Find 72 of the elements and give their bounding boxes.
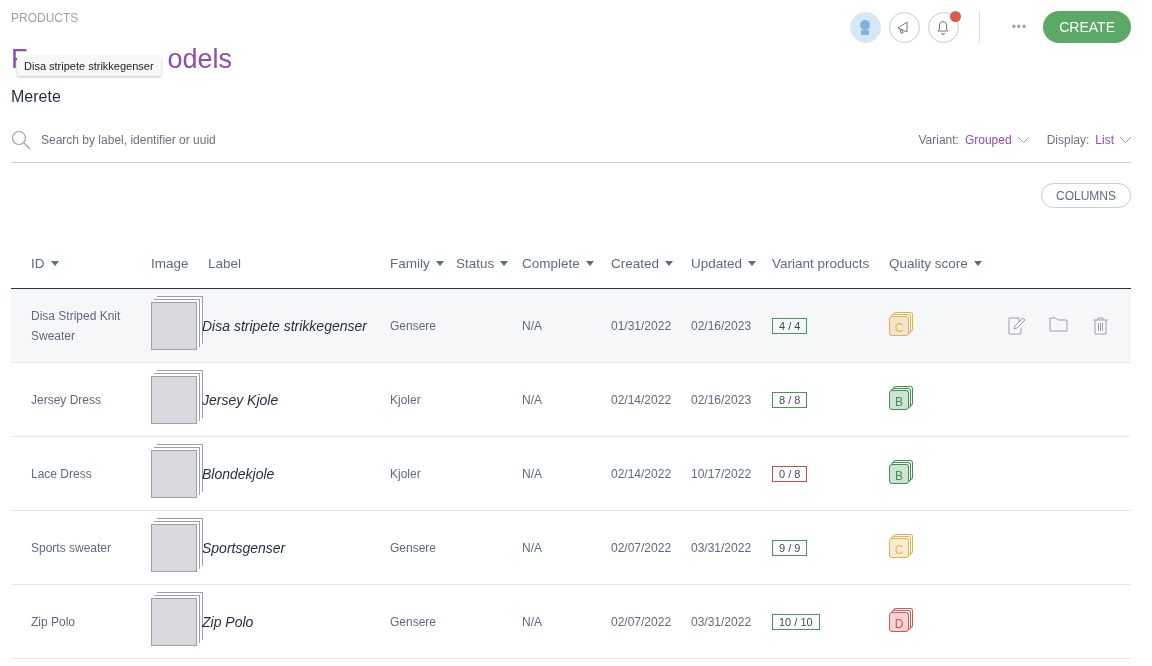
table-cell-text: 02/14/2022 [611, 465, 673, 483]
product-label[interactable]: Zip Polo [202, 613, 390, 630]
unread-dot [949, 10, 961, 22]
table-cell-text: Gensere [390, 539, 438, 557]
table-cell-text: Disa Striped Knit Sweater [31, 307, 122, 345]
column-header[interactable]: Quality score [889, 255, 1001, 271]
table-cell-text: Gensere [390, 317, 438, 335]
bell-icon [936, 19, 951, 35]
table-cell-text: 02/16/2023 [691, 317, 753, 335]
page-title: odels [167, 44, 233, 75]
table-cell-text: Kjoler [390, 465, 422, 483]
column-header[interactable]: Image [151, 255, 208, 271]
search-icon [11, 130, 31, 150]
chevron-icon [1017, 137, 1029, 143]
user-name: Merete [11, 88, 62, 106]
trash-icon [1092, 316, 1109, 335]
table-cell-text: Kjoler [390, 391, 422, 409]
table-cell-text: 01/31/2022 [611, 317, 673, 335]
product-label[interactable]: Sportsgenser [202, 539, 390, 556]
table-cell-text: Lace Dress [31, 465, 93, 483]
folder-button[interactable] [1049, 316, 1068, 335]
table-cell-text: N/A [522, 391, 543, 409]
filter-dropdown[interactable]: Display: List [1028, 133, 1131, 147]
variant-count: 10 / 10 [772, 613, 820, 630]
edit-icon [1008, 316, 1025, 335]
folder-icon [1049, 316, 1068, 332]
table-cell-text: N/A [522, 539, 543, 557]
table-cell-text: N/A [522, 465, 543, 483]
columns-button[interactable]: COLUMNS [1041, 183, 1131, 208]
announcement-button[interactable] [888, 11, 920, 43]
variant-count: 9 / 9 [772, 539, 808, 556]
table-cell-text: Zip Polo [31, 613, 77, 631]
table-cell-text: 02/07/2022 [611, 539, 673, 557]
caret-icon [50, 260, 59, 266]
table-cell-text: 10/17/2022 [691, 465, 753, 483]
variant-count: 0 / 8 [772, 465, 808, 482]
column-header[interactable]: Label [208, 255, 390, 271]
column-header[interactable]: Updated [691, 255, 772, 271]
column-header[interactable]: Created [611, 255, 691, 271]
filter-dropdown[interactable]: Variant: Grouped [900, 133, 1029, 147]
table-cell-text: 03/31/2022 [691, 539, 753, 557]
caret-icon [748, 260, 757, 266]
table-cell-text: 03/31/2022 [691, 613, 753, 631]
avatar-button[interactable] [849, 11, 881, 43]
variant-count: 4 / 4 [772, 317, 808, 334]
product-label[interactable]: Jersey Kjole [202, 391, 390, 408]
caret-icon [585, 260, 594, 266]
table-cell-text: 02/16/2023 [691, 391, 753, 409]
column-header[interactable]: ID [31, 255, 151, 271]
caret-icon [435, 260, 444, 266]
caret-icon [500, 260, 509, 266]
table-cell-text: N/A [522, 317, 543, 335]
edit-button[interactable] [1008, 316, 1025, 335]
table-cell-text: Gensere [390, 613, 438, 631]
column-header[interactable]: Family [390, 255, 456, 271]
column-header[interactable]: Complete [522, 255, 611, 271]
table-cell-text: Sports sweater [31, 539, 113, 557]
delete-button[interactable] [1092, 316, 1109, 335]
column-header[interactable]: Status [456, 255, 522, 271]
variant-count: 8 / 8 [772, 391, 808, 408]
notifications-button[interactable] [927, 11, 959, 43]
caret-icon [973, 260, 982, 266]
product-label[interactable]: Disa stripete strikkegenser [202, 317, 390, 334]
product-label[interactable]: Blondekjole [202, 465, 390, 482]
chevron-icon [1120, 137, 1131, 143]
table-cell-text: 02/14/2022 [611, 391, 673, 409]
caret-icon [665, 260, 674, 266]
table-cell-text: 02/07/2022 [611, 613, 673, 631]
table-cell-text: Jersey Dress [31, 391, 102, 409]
table-cell-text: N/A [522, 613, 543, 631]
column-header[interactable]: Variant products [772, 255, 889, 271]
table-row[interactable]: Disa Striped Knit Sweater Disa stripete strikkegenser Gensere N/A 01/31/2022 02/16/2023 4 / 4 C [11, 289, 1131, 363]
